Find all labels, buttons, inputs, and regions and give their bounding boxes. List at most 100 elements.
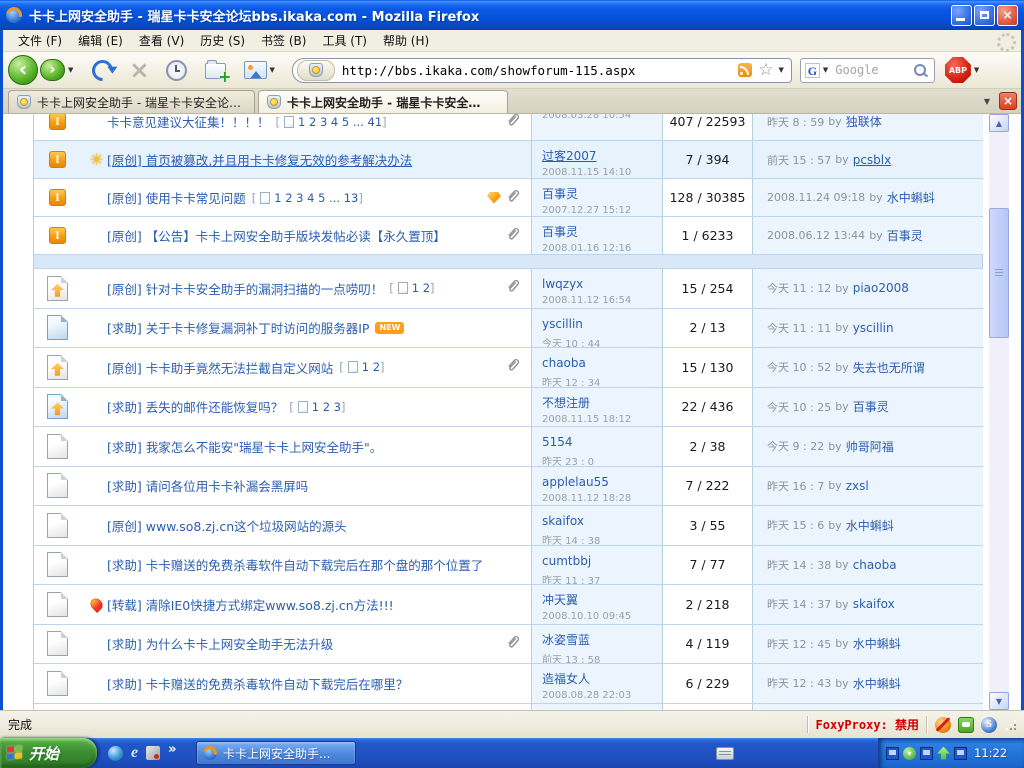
search-box[interactable]: G ▼ Google <box>800 58 935 83</box>
adblock-dropdown-icon[interactable]: ▼ <box>974 66 979 74</box>
forward-button[interactable]: › <box>40 59 65 81</box>
thread-title-link[interactable]: [求助] 为什么卡卡上网安全助手无法升级 <box>107 634 333 653</box>
author-link[interactable]: cumtbbj <box>542 554 591 568</box>
search-engine-dropdown-icon[interactable]: ▼ <box>823 66 828 74</box>
thread-title-link[interactable]: 卡卡意见建议大征集！！！！ <box>107 114 270 131</box>
tray-network-icon[interactable] <box>886 747 899 760</box>
site-identity-button[interactable] <box>297 60 335 81</box>
screenshot-dropdown-icon[interactable]: ▼ <box>270 66 275 74</box>
search-input[interactable]: Google <box>835 63 914 77</box>
history-dropdown-icon[interactable]: ▼ <box>68 66 73 74</box>
thread-title-link[interactable]: [原创] 首页被篡改,并且用卡卡修复无效的参考解决办法 <box>107 150 412 169</box>
scroll-down-button[interactable]: ▼ <box>989 692 1009 710</box>
pagination[interactable]: [1 2 3 4 5 ... 41 ] <box>276 115 387 129</box>
foxyproxy-icon[interactable] <box>935 717 951 733</box>
author-link[interactable]: 造福女人 <box>542 672 590 686</box>
menu-edit[interactable]: 编辑 (E) <box>70 30 131 51</box>
last-poster-link[interactable]: 失去也无所谓 <box>853 359 925 376</box>
last-poster-link[interactable]: 百事灵 <box>853 398 889 415</box>
page-numbers[interactable]: 1 2 3 4 5 ... 41 <box>298 115 382 129</box>
resize-grip[interactable] <box>1006 720 1016 730</box>
last-poster-link[interactable]: pcsblx <box>853 153 892 167</box>
thread-title-link[interactable]: [求助] 卡卡赠送的免费杀毒软件自动下载完后在那个盘的那个位置了 <box>107 555 483 574</box>
url-dropdown-icon[interactable]: ▼ <box>779 66 784 74</box>
last-poster-link[interactable]: 水中蝌蚪 <box>887 189 935 206</box>
tab-2-active[interactable]: 卡卡上网安全助手 - 瑞星卡卡安全… <box>258 90 508 113</box>
taskbar-firefox-button[interactable]: 卡卡上网安全助手... <box>196 741 356 765</box>
author-link[interactable]: yscillin <box>542 317 583 331</box>
close-tab-button[interactable]: × <box>999 92 1017 110</box>
thread-title-link[interactable]: [求助] 我家怎么不能安"瑞星卡卡上网安全助手"。 <box>107 437 382 456</box>
url-text[interactable]: http://bbs.ikaka.com/showforum-115.aspx <box>342 63 738 78</box>
thread-title-link[interactable]: [原创] 使用卡卡常见问题 <box>107 188 246 207</box>
menu-history[interactable]: 历史 (S) <box>192 30 253 51</box>
start-button[interactable]: 开始 <box>0 738 97 768</box>
bookmark-star-icon[interactable]: ☆ <box>758 62 773 79</box>
adblock-plus-icon[interactable]: ABP <box>945 57 971 83</box>
author-link[interactable]: 5154 <box>542 435 573 449</box>
page-numbers[interactable]: 1 2 <box>362 360 380 374</box>
menu-view[interactable]: 查看 (V) <box>131 30 192 51</box>
author-link[interactable]: applelau55 <box>542 475 609 489</box>
thread-title-link[interactable]: [转载] 清除IE0快捷方式绑定www.so8.zj.cn方法!!! <box>107 595 394 614</box>
last-poster-link[interactable]: yscillin <box>853 321 894 335</box>
tab-1[interactable]: 卡卡上网安全助手 - 瑞星卡卡安全论… <box>8 90 255 113</box>
pagination[interactable]: [1 2 3 4 5 ... 13 ] <box>252 191 363 205</box>
quick-launch-sphere-icon[interactable] <box>108 746 123 761</box>
author-link[interactable]: lwqzyx <box>542 277 583 291</box>
google-engine-icon[interactable]: G <box>805 63 820 78</box>
pagination[interactable]: [1 2 ] <box>339 360 384 374</box>
thread-title-link[interactable]: [求助] 丢失的邮件还能恢复吗？ <box>107 397 283 416</box>
minimize-button[interactable] <box>951 5 972 26</box>
new-tab-button[interactable] <box>205 63 226 79</box>
reload-button[interactable] <box>88 55 118 85</box>
quick-launch-overflow-icon[interactable]: » <box>168 742 176 757</box>
thread-title-link[interactable]: [求助] 请问各位用卡卡补漏会黑屏吗 <box>107 476 308 495</box>
restore-button[interactable] <box>974 5 995 26</box>
menu-help[interactable]: 帮助 (H) <box>375 30 437 51</box>
thread-title-link[interactable]: [原创] 【公告】卡卡上网安全助手版块发帖必读【永久置顶】 <box>107 226 446 245</box>
thread-title-link[interactable]: [求助] 关于卡卡修复漏洞补丁时访问的服务器IP <box>107 318 369 337</box>
author-link[interactable]: 冲天翼 <box>542 593 578 607</box>
internet-explorer-icon[interactable]: e <box>131 745 138 761</box>
last-poster-link[interactable]: 帅哥阿福 <box>846 438 894 455</box>
thread-title-link[interactable]: [原创] 针对卡卡安全助手的漏洞扫描的一点唠叨！ <box>107 279 383 298</box>
tab-list-dropdown-icon[interactable]: ▼ <box>984 97 990 106</box>
thread-title-link[interactable]: [原创] 卡卡助手竟然无法拦截自定义网站 <box>107 358 333 377</box>
back-button[interactable]: ‹ <box>8 55 38 85</box>
tray-monitor-icon[interactable] <box>954 747 967 760</box>
language-keyboard-icon[interactable] <box>716 747 734 760</box>
last-poster-link[interactable]: 水中蝌蚪 <box>853 635 901 652</box>
last-poster-link[interactable]: piao2008 <box>853 281 909 295</box>
last-poster-link[interactable]: 百事灵 <box>887 227 923 244</box>
tray-update-icon[interactable]: ▾ <box>903 747 916 760</box>
last-poster-link[interactable]: zxsl <box>846 479 869 493</box>
author-link[interactable]: 过客2007 <box>542 149 597 163</box>
author-link[interactable]: skaifox <box>542 514 584 528</box>
vertical-scrollbar[interactable]: ▲ ▼ <box>989 114 1009 710</box>
rss-feed-icon[interactable] <box>738 63 752 77</box>
history-clock-button[interactable] <box>166 60 187 81</box>
author-link[interactable]: 百事灵 <box>542 225 578 239</box>
pagination[interactable]: [1 2 ] <box>389 281 434 295</box>
last-poster-link[interactable]: 水中蝌蚪 <box>846 517 894 534</box>
author-link[interactable]: chaoba <box>542 356 586 370</box>
author-link[interactable]: 冰姿雪蓝 <box>542 633 590 647</box>
page-numbers[interactable]: 1 2 3 4 5 ... 13 <box>274 191 358 205</box>
author-link[interactable]: 百事灵 <box>542 187 578 201</box>
pagination[interactable]: [1 2 3 ] <box>289 400 345 414</box>
addon-s-icon[interactable]: S <box>981 717 997 733</box>
foxyproxy-status[interactable]: FoxyProxy: 禁用 <box>816 716 919 733</box>
screenshot-tool-button[interactable] <box>244 61 267 79</box>
search-go-icon[interactable] <box>914 64 926 76</box>
scrollbar-thumb[interactable] <box>989 208 1009 338</box>
menu-tools[interactable]: 工具 (T) <box>314 30 375 51</box>
menu-bookmarks[interactable]: 书签 (B) <box>253 30 314 51</box>
thread-title-link[interactable]: [求助] 卡卡赠送的免费杀毒软件自动下载完后在哪里？ <box>107 674 408 693</box>
quick-launch-app-icon[interactable] <box>146 746 160 760</box>
menu-file[interactable]: 文件 (F) <box>10 30 70 51</box>
last-poster-link[interactable]: 独联体 <box>846 114 882 130</box>
page-numbers[interactable]: 1 2 3 <box>312 400 341 414</box>
scroll-up-button[interactable]: ▲ <box>989 114 1009 132</box>
stop-button[interactable]: × <box>129 58 149 82</box>
